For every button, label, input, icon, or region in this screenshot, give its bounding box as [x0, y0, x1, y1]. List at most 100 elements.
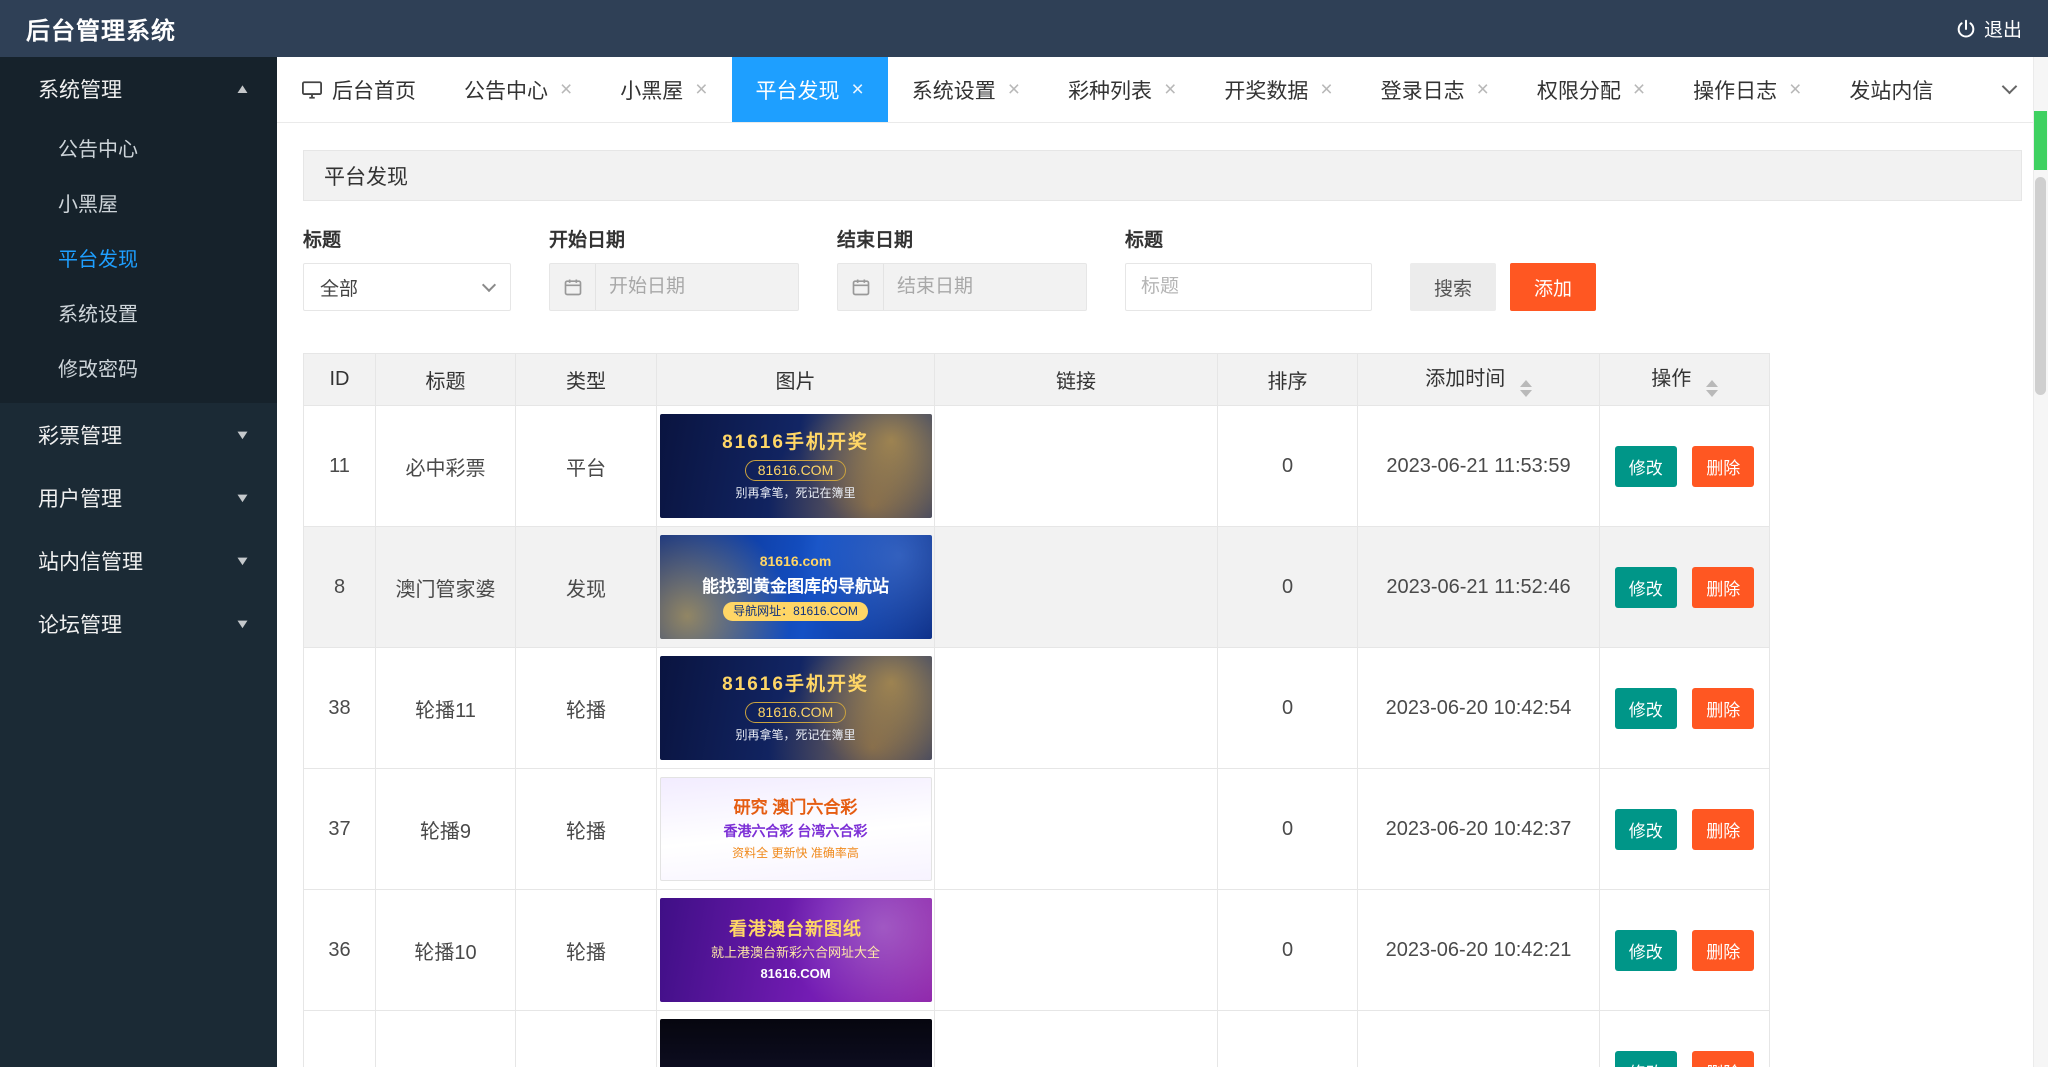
tab-overflow-button[interactable]: [1988, 57, 2030, 122]
sidebar-item-label: 小黑屋: [58, 188, 118, 217]
delete-button[interactable]: 删除: [1692, 1051, 1754, 1067]
cell-actions: 修改 删除: [1600, 648, 1770, 769]
banner-image[interactable]: 研究 澳门六合彩香港六合彩 台湾六合彩资料全 更新快 准确率高: [660, 777, 932, 881]
cell-sort: 0: [1218, 648, 1358, 769]
keyword-label: 标题: [1125, 225, 1372, 252]
sidebar-section-header[interactable]: 论坛管理 ▼: [0, 592, 277, 655]
close-icon[interactable]: ×: [695, 79, 707, 100]
type-select[interactable]: 全部: [303, 263, 511, 311]
delete-button[interactable]: 删除: [1692, 567, 1754, 608]
sidebar-item-label: 系统设置: [58, 298, 138, 327]
close-icon[interactable]: ×: [1477, 79, 1489, 100]
calendar-icon[interactable]: [838, 264, 884, 310]
delete-button[interactable]: 删除: [1692, 930, 1754, 971]
cell-title: 轮播11: [376, 648, 516, 769]
edit-button[interactable]: 修改: [1615, 567, 1677, 608]
close-icon[interactable]: ×: [852, 79, 864, 100]
sidebar-item-label: 公告中心: [58, 133, 138, 162]
edit-button[interactable]: 修改: [1615, 930, 1677, 971]
tab-2[interactable]: 小黑屋 ×: [596, 57, 731, 122]
cell-link: [935, 527, 1218, 648]
search-button[interactable]: 搜索: [1410, 263, 1496, 311]
scrollbar-track[interactable]: [2033, 57, 2048, 1067]
cell-title: 必中彩票: [376, 406, 516, 527]
tab-0[interactable]: 后台首页: [277, 57, 440, 122]
tab-label: 平台发现: [756, 75, 840, 105]
column-label: 添加时间: [1425, 368, 1505, 390]
tab-7[interactable]: 登录日志 ×: [1357, 57, 1513, 122]
delete-button[interactable]: 删除: [1692, 809, 1754, 850]
banner-text: 81616.COM: [745, 460, 846, 482]
tab-label: 彩种列表: [1068, 75, 1152, 105]
tab-list: 后台首页 公告中心 × 小黑屋 × 平台发现 × 系统设置 × 彩种列表 × 开…: [277, 57, 1988, 122]
edit-button[interactable]: 修改: [1615, 688, 1677, 729]
column-header[interactable]: 添加时间: [1358, 354, 1600, 406]
edit-button[interactable]: 修改: [1615, 809, 1677, 850]
end-date-input[interactable]: [884, 264, 1086, 310]
tab-6[interactable]: 开奖数据 ×: [1200, 57, 1356, 122]
sidebar-item-0-2[interactable]: 平台发现: [0, 230, 277, 285]
scrollbar-indicator[interactable]: [2034, 111, 2047, 170]
sidebar-item-0-4[interactable]: 修改密码: [0, 340, 277, 395]
tab-5[interactable]: 彩种列表 ×: [1044, 57, 1200, 122]
close-icon[interactable]: ×: [1633, 79, 1645, 100]
sidebar-item-0-0[interactable]: 公告中心: [0, 120, 277, 175]
banner-text: 81616.COM: [745, 702, 846, 724]
sort-icon[interactable]: [1706, 380, 1718, 397]
banner-image[interactable]: 看港澳台新图纸就上港澳台新彩六合网址大全81616.COM: [660, 898, 932, 1002]
sidebar-section: 彩票管理 ▼: [0, 403, 277, 466]
sidebar-item-label: 平台发现: [58, 243, 138, 272]
cell-image: 81616手机开奖81616.COM别再拿笔，死记在簿里: [657, 406, 935, 527]
cell-type: 轮播: [516, 769, 657, 890]
scrollbar-thumb[interactable]: [2035, 177, 2046, 395]
delete-button[interactable]: 删除: [1692, 688, 1754, 729]
tab-8[interactable]: 权限分配 ×: [1513, 57, 1669, 122]
tab-4[interactable]: 系统设置 ×: [888, 57, 1044, 122]
start-date-input[interactable]: [596, 264, 798, 310]
close-icon[interactable]: ×: [1008, 79, 1020, 100]
tab-1[interactable]: 公告中心 ×: [440, 57, 596, 122]
close-icon[interactable]: ×: [1164, 79, 1176, 100]
tab-9[interactable]: 操作日志 ×: [1669, 57, 1825, 122]
close-icon[interactable]: ×: [560, 79, 572, 100]
chevron-down-icon: [482, 277, 496, 291]
calendar-icon[interactable]: [550, 264, 596, 310]
banner-image[interactable]: 81616手机开奖81616.COM别再拿笔，死记在簿里: [660, 414, 932, 518]
filter-type-label: 标题: [303, 225, 511, 252]
cell-id: 37: [304, 769, 376, 890]
close-icon[interactable]: ×: [1320, 79, 1332, 100]
tab-label: 系统设置: [912, 75, 996, 105]
table-row: 8 澳门管家婆 发现 81616.com能找到黄金图库的导航站导航网址：8161…: [304, 527, 1770, 648]
sidebar-item-0-1[interactable]: 小黑屋: [0, 175, 277, 230]
cell-time: 2023-06-20 10:42:21: [1358, 890, 1600, 1011]
edit-button[interactable]: 修改: [1615, 1051, 1677, 1067]
cell-title: 澳门管家婆: [376, 527, 516, 648]
logout-button[interactable]: 退出: [1955, 15, 2022, 42]
filter-start-date: 开始日期: [549, 225, 799, 311]
tab-3[interactable]: 平台发现 ×: [732, 57, 888, 122]
cell-actions: 修改 删除: [1600, 527, 1770, 648]
sidebar-section-header[interactable]: 用户管理 ▼: [0, 466, 277, 529]
edit-button[interactable]: 修改: [1615, 446, 1677, 487]
sidebar-section-header[interactable]: 系统管理 ▲: [0, 57, 277, 120]
cell-image: 研究 澳门六合彩香港六合彩 台湾六合彩资料全 更新快 准确率高: [657, 769, 935, 890]
column-header[interactable]: 操作: [1600, 354, 1770, 406]
keyword-input[interactable]: [1125, 263, 1372, 311]
banner-image[interactable]: 81616.com能找到黄金图库的导航站导航网址：81616.COM: [660, 535, 932, 639]
add-button[interactable]: 添加: [1510, 263, 1596, 311]
cell-id: 11: [304, 406, 376, 527]
banner-image[interactable]: [660, 1019, 932, 1067]
sidebar-section-header[interactable]: 彩票管理 ▼: [0, 403, 277, 466]
sidebar-item-0-3[interactable]: 系统设置: [0, 285, 277, 340]
banner-text: 导航网址：81616.COM: [723, 602, 868, 621]
filter-buttons: 搜索 添加: [1410, 263, 1596, 311]
tab-10[interactable]: 发站内信: [1825, 57, 1957, 122]
delete-button[interactable]: 删除: [1692, 446, 1754, 487]
sort-icon[interactable]: [1520, 380, 1532, 397]
cell-sort: 0: [1218, 527, 1358, 648]
sidebar-section-header[interactable]: 站内信管理 ▼: [0, 529, 277, 592]
close-icon[interactable]: ×: [1789, 79, 1801, 100]
sidebar-item-label: 修改密码: [58, 353, 138, 382]
banner-image[interactable]: 81616手机开奖81616.COM别再拿笔，死记在簿里: [660, 656, 932, 760]
sidebar-section: 站内信管理 ▼: [0, 529, 277, 592]
